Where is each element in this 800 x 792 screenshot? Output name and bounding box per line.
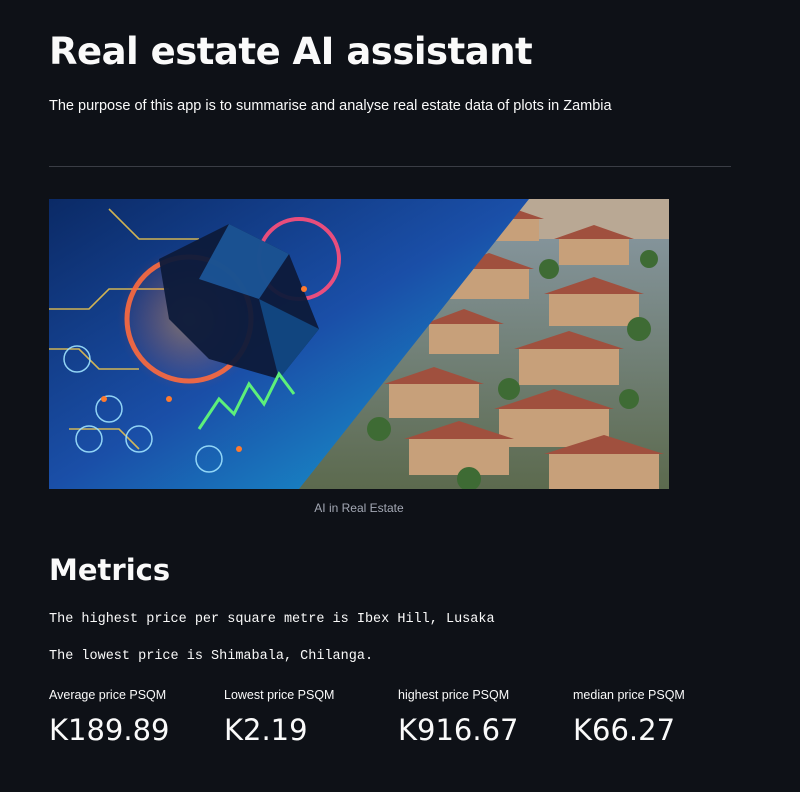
metric-label: Lowest price PSQM: [224, 688, 335, 702]
metric-value: K189.89: [49, 713, 170, 747]
metric-lowest-price: Lowest price PSQM K2.19: [224, 688, 394, 747]
metric-label: highest price PSQM: [398, 688, 510, 702]
metric-label: median price PSQM: [573, 688, 685, 702]
hero-image: [49, 199, 669, 489]
divider: [49, 166, 731, 167]
metric-median-price: median price PSQM K66.27: [573, 688, 743, 747]
image-caption: AI in Real Estate: [314, 501, 404, 515]
page-description: The purpose of this app is to summarise …: [49, 98, 612, 114]
metrics-heading: Metrics: [49, 553, 171, 587]
highest-price-text: The highest price per square metre is Ib…: [49, 612, 495, 627]
metrics-row: Average price PSQM K189.89 Lowest price …: [49, 688, 749, 758]
lowest-price-text: The lowest price is Shimabala, Chilanga.: [49, 649, 374, 664]
metric-average-price: Average price PSQM K189.89: [49, 688, 219, 747]
metric-value: K2.19: [224, 713, 308, 747]
metric-value: K66.27: [573, 713, 676, 747]
app-page: Real estate AI assistant The purpose of …: [0, 0, 800, 792]
page-title: Real estate AI assistant: [49, 30, 533, 73]
metric-label: Average price PSQM: [49, 688, 167, 702]
metric-value: K916.67: [398, 713, 519, 747]
metric-highest-price: highest price PSQM K916.67: [398, 688, 568, 747]
